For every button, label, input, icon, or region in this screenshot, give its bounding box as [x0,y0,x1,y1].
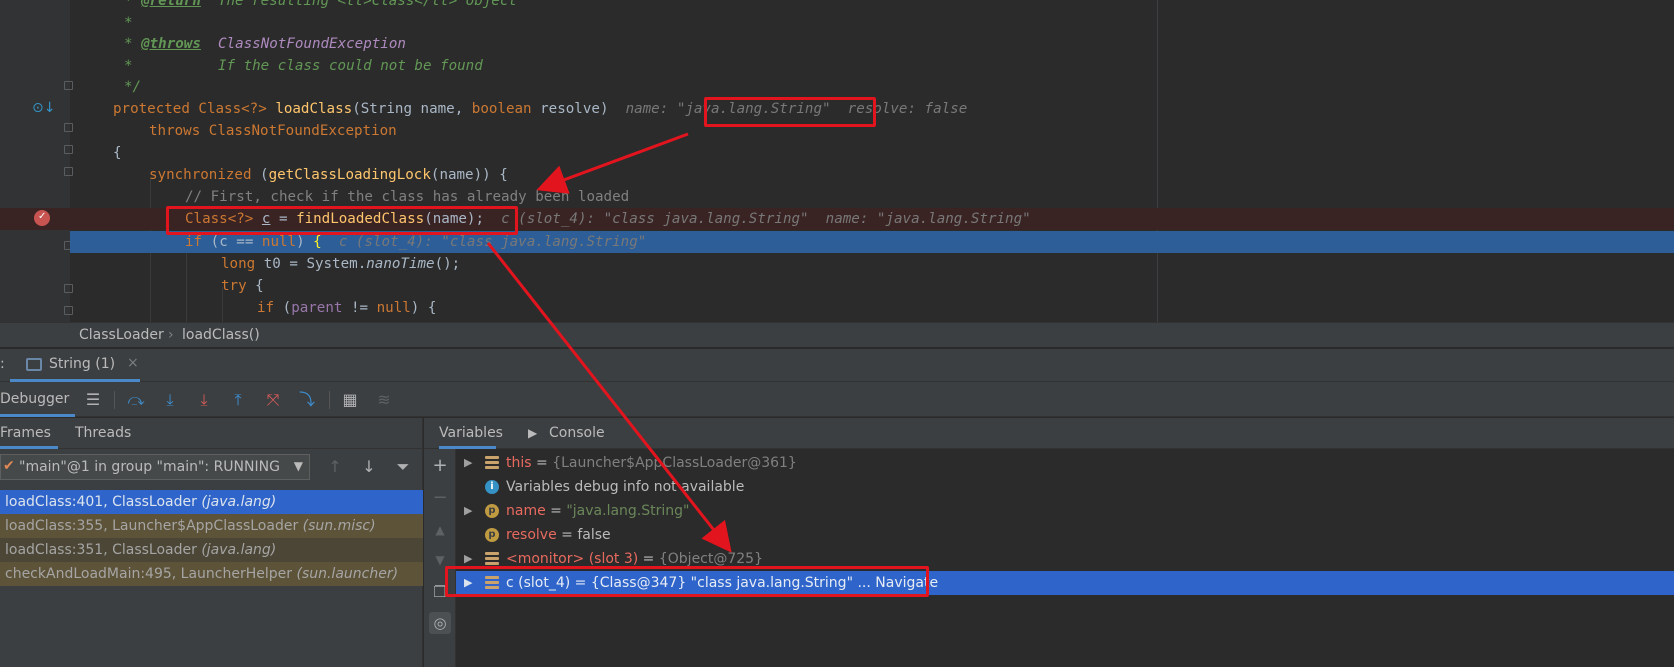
console-window-icon [26,358,42,371]
highlight-box-name-hint [704,97,876,127]
code-line: * [124,15,133,31]
toolbar-separator [114,391,115,409]
step-out-icon[interactable]: ⤒ [227,389,249,411]
tab-frames[interactable]: Frames [0,425,58,449]
frame-item[interactable]: loadClass:401, ClassLoader (java.lang) [0,490,423,514]
code-line: synchronized (getClassLoadingLock(name))… [149,167,508,183]
code-line: * @return The resulting <tt>Class</tt> o… [124,0,517,9]
breadcrumb: ClassLoader › loadClass() [0,322,1674,347]
breadcrumb-item-class[interactable]: ClassLoader [79,327,164,343]
debug-session-tabs: : String (1) × [0,348,1674,382]
toolbar-separator [329,391,330,409]
step-into-icon[interactable]: ⤓ [193,389,215,411]
code-line: */ [124,79,142,95]
step-over-icon[interactable]: ⤓ [159,389,181,411]
code-line: if (parent != null) { [257,300,437,316]
breadcrumb-item-method[interactable]: loadClass() [182,327,260,343]
tab-debugger[interactable]: Debugger [0,382,75,417]
close-icon[interactable]: × [127,355,139,371]
tab-console[interactable]: Console [549,425,605,441]
evaluate-expression-icon[interactable]: ▦ [339,389,361,411]
parameter-icon: p [485,528,499,542]
add-watch-icon[interactable]: + [429,455,451,477]
code-line: * @throws ClassNotFoundException [124,36,406,52]
info-icon: i [485,480,499,494]
thread-selector[interactable]: ✔ "main"@1 in group "main": RUNNING ▼ [0,454,310,480]
code-line: long t0 = System.nanoTime(); [221,256,461,272]
highlight-box-find-loaded-class [166,206,518,235]
filter-icon[interactable]: ⏷ [392,456,414,478]
thread-selector-value: "main"@1 in group "main": RUNNING [19,459,280,475]
variables-panel-tabs: Variables ▶ Console [424,418,1674,449]
next-frame-icon[interactable]: ↓ [358,456,380,478]
frame-item[interactable]: checkAndLoadMain:495, LauncherHelper (su… [0,562,423,586]
code-line: { [113,145,122,161]
code-line: // First, check if the class has already… [185,189,630,205]
glasses-icon[interactable]: ◎ [429,612,451,634]
layout-menu-icon[interactable]: ☰ [82,389,104,411]
dropdown-arrow-icon: ▼ [293,459,303,473]
frames-panel: Frames Threads ✔ "main"@1 in group "main… [0,418,423,667]
variable-row[interactable]: ▶ this = {Launcher$AppClassLoader@361} [456,451,1674,475]
frames-panel-tabs: Frames Threads [0,418,422,449]
tab-debug-session[interactable]: String (1) × [10,349,140,382]
tab-variables[interactable]: Variables [439,425,503,449]
run-to-cursor-icon[interactable]: ⤵ [296,389,318,411]
session-tab-label: String (1) [49,356,116,372]
highlight-box-variable-c [445,566,929,597]
previous-frame-icon: ↑ [328,457,342,476]
variables-panel: Variables ▶ Console + − ▲ ▼ ❐ ◎ ▶ this =… [424,418,1674,667]
breadcrumb-separator: › [168,327,174,343]
code-line: * If the class could not be found [124,58,483,74]
code-editor[interactable]: * @return The resulting <tt>Class</tt> o… [0,0,1674,322]
field-icon [485,552,499,566]
variable-row[interactable]: ▶ p name = "java.lang.String" [456,499,1674,523]
debugger-tab-label: Debugger [0,391,70,407]
tab-threads[interactable]: Threads [75,425,131,441]
drop-frame-icon[interactable]: ⤧ [262,389,284,411]
remove-watch-icon: − [432,487,448,508]
frame-item[interactable]: loadClass:351, ClassLoader (java.lang) [0,538,423,562]
breakpoint-check-icon: ✓ [38,211,47,222]
debugger-toolbar: Debugger ☰ ⤼ ⤓ ⤓ ⤒ ⤧ ⤵ ▦ ≋ [0,382,1674,417]
variable-row[interactable]: p resolve = false [456,523,1674,547]
trace-stream-icon: ≋ [377,390,391,409]
code-line: try { [221,278,264,294]
variable-row[interactable]: i Variables debug info not available [456,475,1674,499]
panel-menu-icon[interactable]: : [0,356,5,372]
parameter-icon: p [485,504,499,518]
move-up-icon: ▲ [435,523,445,537]
expand-arrow-icon[interactable]: ▶ [464,451,472,475]
show-execution-point-icon[interactable]: ⤼ [125,389,147,411]
variables-side-toolbar: + − ▲ ▼ ❐ ◎ [424,449,456,667]
field-icon [485,456,499,470]
console-icon: ▶ [528,426,538,440]
expand-arrow-icon[interactable]: ▶ [464,499,472,523]
frame-item[interactable]: loadClass:355, Launcher$AppClassLoader (… [0,514,423,538]
check-icon: ✔ [3,458,15,474]
